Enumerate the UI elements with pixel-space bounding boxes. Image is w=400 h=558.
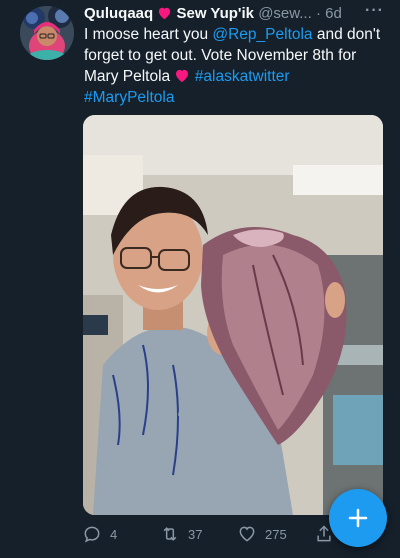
- more-options-button[interactable]: ···: [365, 2, 384, 20]
- more-icon: ···: [365, 2, 384, 19]
- retweet-count: 37: [188, 526, 203, 542]
- handle[interactable]: @sew...: [258, 5, 312, 22]
- retweet-button[interactable]: 37: [160, 524, 202, 544]
- mention-link[interactable]: @Rep_Peltola: [212, 26, 312, 43]
- heart-emoji: [174, 68, 190, 85]
- reply-button[interactable]: 4: [82, 524, 117, 544]
- tweet-photo[interactable]: [83, 115, 383, 515]
- like-button[interactable]: 275: [237, 524, 287, 544]
- display-name[interactable]: Quluqaaq: [84, 5, 153, 22]
- timestamp[interactable]: 6d: [325, 5, 342, 22]
- hashtag-link[interactable]: #MaryPeltola: [84, 89, 174, 106]
- plus-icon: [348, 508, 368, 528]
- display-name-suffix[interactable]: Sew Yup'ik: [177, 5, 255, 22]
- like-count: 275: [265, 526, 287, 542]
- avatar[interactable]: [20, 6, 74, 60]
- avatar-image: [20, 6, 74, 60]
- tweet-text-part-1: I moose heart you: [84, 26, 213, 43]
- photo-woman-holding-moose-heart: [83, 115, 383, 515]
- retweet-icon: [163, 527, 177, 541]
- tweet-header: Quluqaaq Sew Yup'ik @sew... · 6d: [84, 4, 392, 24]
- hashtag-link[interactable]: #alaskatwitter: [195, 68, 290, 85]
- reply-icon: [84, 526, 100, 543]
- heart-emoji: [157, 5, 176, 22]
- separator: ·: [315, 5, 321, 22]
- tweet-text: I moose heart you @Rep_Peltola and don't…: [84, 24, 384, 108]
- reply-count: 4: [110, 526, 118, 542]
- compose-tweet-button[interactable]: [329, 489, 387, 547]
- like-icon: [239, 526, 255, 542]
